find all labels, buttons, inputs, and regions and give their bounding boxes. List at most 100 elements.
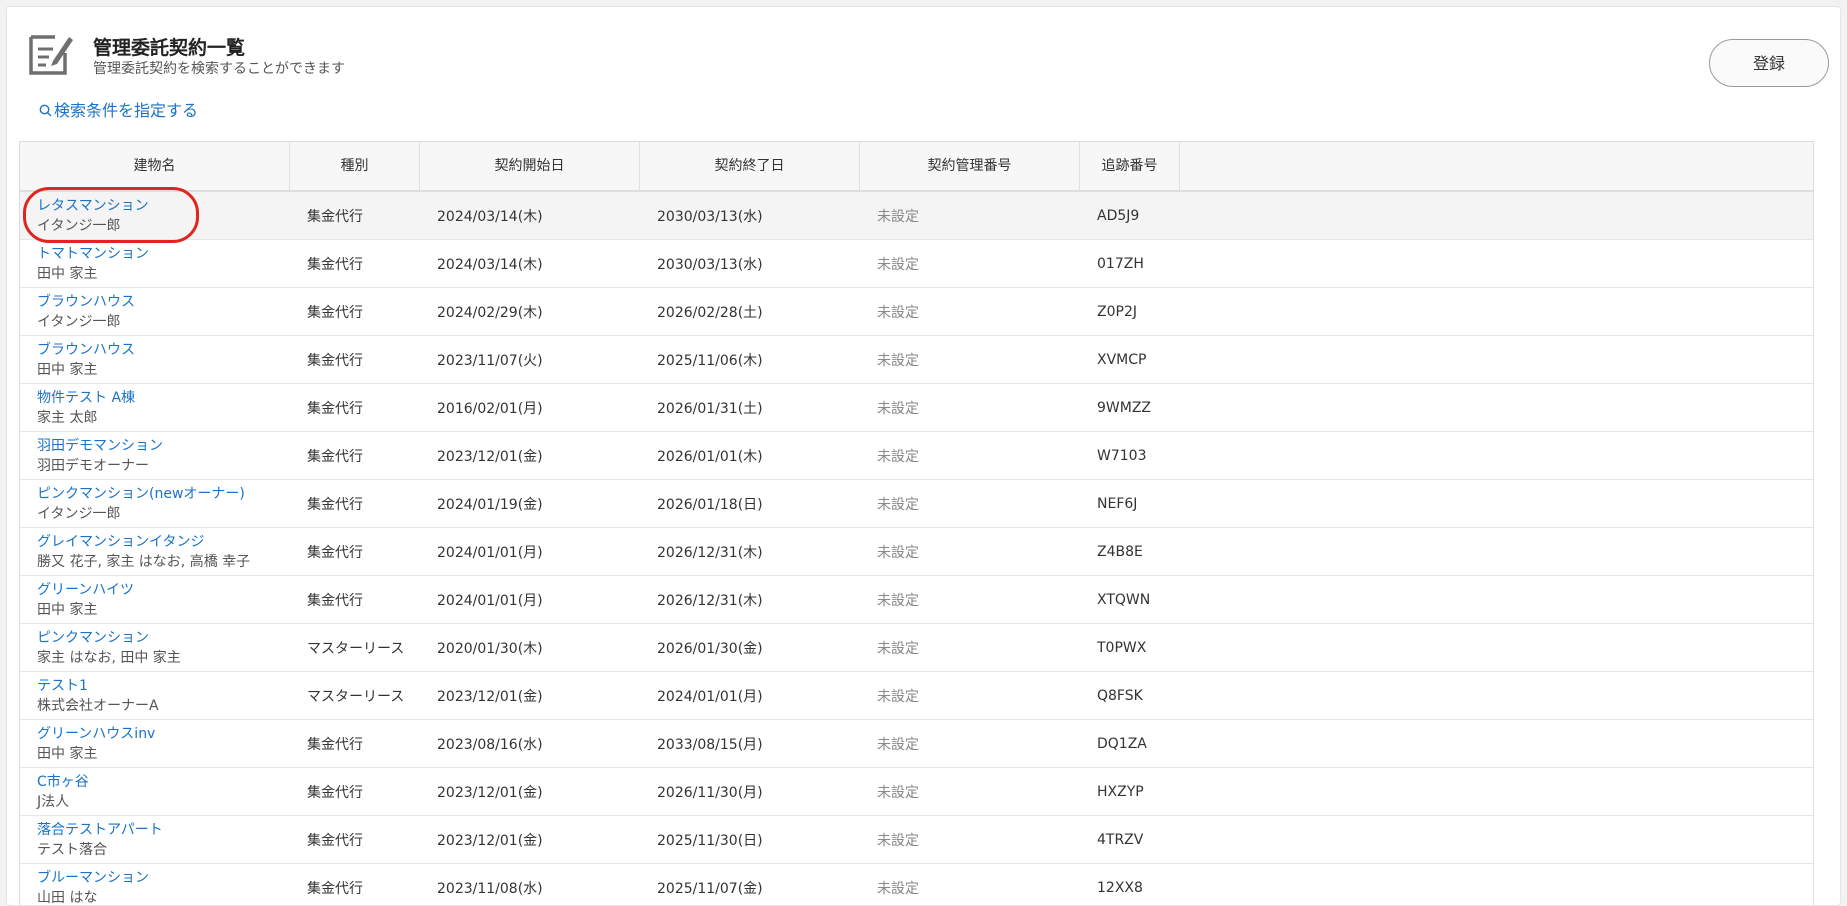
table-row[interactable]: C市ヶ谷J法人集金代行2023/12/01(金)2026/11/30(月)未設定…: [20, 768, 1813, 816]
building-cell: グレイマンションイタンジ勝又 花子, 家主 はなお, 高橋 幸子: [20, 528, 290, 575]
contract-end-date: 2024/01/01(月): [640, 672, 860, 719]
management-number: 未設定: [860, 768, 1080, 815]
owner-name: イタンジ一郎: [37, 504, 120, 524]
row-spacer: [1180, 288, 1813, 335]
contract-end-date: 2026/01/31(土): [640, 384, 860, 431]
contract-end-date: 2026/12/31(木): [640, 528, 860, 575]
contract-type: 集金代行: [290, 384, 420, 431]
tracking-number: AD5J9: [1080, 192, 1180, 239]
register-button[interactable]: 登録: [1709, 39, 1829, 87]
building-name-link[interactable]: 羽田デモマンション: [37, 436, 163, 456]
tracking-number: Z4B8E: [1080, 528, 1180, 575]
management-number: 未設定: [860, 576, 1080, 623]
contract-type: 集金代行: [290, 528, 420, 575]
building-name-link[interactable]: ブラウンハウス: [37, 340, 135, 360]
building-cell: グリーンハウスinv田中 家主: [20, 720, 290, 767]
edit-document-icon: [29, 29, 73, 75]
building-cell: テスト1株式会社オーナーA: [20, 672, 290, 719]
building-name-link[interactable]: 落合テストアパート: [37, 820, 163, 840]
contract-start-date: 2024/03/14(木): [420, 240, 640, 287]
table-body: レタスマンションイタンジ一郎集金代行2024/03/14(木)2030/03/1…: [20, 192, 1813, 906]
management-number: 未設定: [860, 720, 1080, 767]
contract-start-date: 2024/02/29(木): [420, 288, 640, 335]
table-row[interactable]: グレイマンションイタンジ勝又 花子, 家主 はなお, 高橋 幸子集金代行2024…: [20, 528, 1813, 576]
search-conditions-link[interactable]: 検索条件を指定する: [39, 97, 198, 121]
building-name-link[interactable]: レタスマンション: [37, 196, 149, 216]
row-spacer: [1180, 864, 1813, 906]
column-header-tracking-number[interactable]: 追跡番号: [1080, 142, 1180, 190]
row-spacer: [1180, 528, 1813, 575]
building-name-link[interactable]: テスト1: [37, 676, 88, 696]
owner-name: 田中 家主: [37, 744, 97, 764]
row-spacer: [1180, 384, 1813, 431]
contract-start-date: 2023/11/07(火): [420, 336, 640, 383]
owner-name: 田中 家主: [37, 600, 97, 620]
contract-start-date: 2023/11/08(水): [420, 864, 640, 906]
table-row[interactable]: グリーンハイツ田中 家主集金代行2024/01/01(月)2026/12/31(…: [20, 576, 1813, 624]
contract-start-date: 2024/01/19(金): [420, 480, 640, 527]
building-name-link[interactable]: ブラウンハウス: [37, 292, 135, 312]
owner-name: 勝又 花子, 家主 はなお, 高橋 幸子: [37, 552, 250, 572]
table-row[interactable]: 落合テストアパートテスト落合集金代行2023/12/01(金)2025/11/3…: [20, 816, 1813, 864]
tracking-number: Q8FSK: [1080, 672, 1180, 719]
search-icon: [39, 104, 52, 117]
tracking-number: XVMCP: [1080, 336, 1180, 383]
building-name-link[interactable]: ピンクマンション: [37, 628, 149, 648]
owner-name: 株式会社オーナーA: [37, 696, 159, 716]
building-name-link[interactable]: グリーンハウスinv: [37, 724, 155, 744]
column-header-type[interactable]: 種別: [290, 142, 420, 190]
building-name-link[interactable]: C市ヶ谷: [37, 772, 89, 792]
table-row[interactable]: 羽田デモマンション羽田デモオーナー集金代行2023/12/01(金)2026/0…: [20, 432, 1813, 480]
contract-end-date: 2026/02/28(土): [640, 288, 860, 335]
building-name-link[interactable]: ピンクマンション(newオーナー): [37, 484, 245, 504]
table-row[interactable]: テスト1株式会社オーナーAマスターリース2023/12/01(金)2024/01…: [20, 672, 1813, 720]
table-header: 建物名 種別 契約開始日 契約終了日 契約管理番号 追跡番号: [20, 142, 1813, 192]
tracking-number: Z0P2J: [1080, 288, 1180, 335]
column-header-building[interactable]: 建物名: [20, 142, 290, 190]
management-number: 未設定: [860, 192, 1080, 239]
tracking-number: T0PWX: [1080, 624, 1180, 671]
contract-type: 集金代行: [290, 816, 420, 863]
column-header-start-date[interactable]: 契約開始日: [420, 142, 640, 190]
table-row[interactable]: 物件テスト A棟家主 太郎集金代行2016/02/01(月)2026/01/31…: [20, 384, 1813, 432]
management-number: 未設定: [860, 288, 1080, 335]
table-row[interactable]: ブラウンハウスイタンジ一郎集金代行2024/02/29(木)2026/02/28…: [20, 288, 1813, 336]
owner-name: イタンジ一郎: [37, 216, 120, 236]
column-header-management-number[interactable]: 契約管理番号: [860, 142, 1080, 190]
table-row[interactable]: ピンクマンション家主 はなお, 田中 家主マスターリース2020/01/30(木…: [20, 624, 1813, 672]
contract-type: 集金代行: [290, 240, 420, 287]
table-row[interactable]: ブルーマンション山田 はな集金代行2023/11/08(水)2025/11/07…: [20, 864, 1813, 906]
table-row[interactable]: レタスマンションイタンジ一郎集金代行2024/03/14(木)2030/03/1…: [20, 192, 1813, 240]
building-name-link[interactable]: グレイマンションイタンジ: [37, 532, 204, 552]
row-spacer: [1180, 576, 1813, 623]
contract-start-date: 2023/12/01(金): [420, 672, 640, 719]
contract-start-date: 2024/01/01(月): [420, 576, 640, 623]
building-name-link[interactable]: グリーンハイツ: [37, 580, 134, 600]
table-row[interactable]: ブラウンハウス田中 家主集金代行2023/11/07(火)2025/11/06(…: [20, 336, 1813, 384]
table-row[interactable]: グリーンハウスinv田中 家主集金代行2023/08/16(水)2033/08/…: [20, 720, 1813, 768]
table-row[interactable]: トマトマンション田中 家主集金代行2024/03/14(木)2030/03/13…: [20, 240, 1813, 288]
contract-type: 集金代行: [290, 720, 420, 767]
contract-type: 集金代行: [290, 480, 420, 527]
contract-type: 集金代行: [290, 432, 420, 479]
contract-end-date: 2026/01/18(日): [640, 480, 860, 527]
row-spacer: [1180, 672, 1813, 719]
building-cell: ブラウンハウスイタンジ一郎: [20, 288, 290, 335]
main-panel: 管理委託契約一覧 管理委託契約を検索することができます 登録 検索条件を指定する…: [6, 6, 1841, 906]
building-name-link[interactable]: 物件テスト A棟: [37, 388, 135, 408]
column-header-end-date[interactable]: 契約終了日: [640, 142, 860, 190]
building-name-link[interactable]: ブルーマンション: [37, 868, 149, 888]
contract-start-date: 2024/01/01(月): [420, 528, 640, 575]
contract-start-date: 2016/02/01(月): [420, 384, 640, 431]
building-cell: 落合テストアパートテスト落合: [20, 816, 290, 863]
building-cell: トマトマンション田中 家主: [20, 240, 290, 287]
row-spacer: [1180, 336, 1813, 383]
building-name-link[interactable]: トマトマンション: [37, 244, 149, 264]
contract-type: 集金代行: [290, 768, 420, 815]
owner-name: 田中 家主: [37, 360, 97, 380]
owner-name: 家主 はなお, 田中 家主: [37, 648, 181, 668]
building-cell: レタスマンションイタンジ一郎: [20, 192, 290, 239]
table-row[interactable]: ピンクマンション(newオーナー)イタンジ一郎 集金代行2024/01/19(金)…: [20, 480, 1813, 528]
row-spacer: [1180, 432, 1813, 479]
contract-start-date: 2020/01/30(木): [420, 624, 640, 671]
